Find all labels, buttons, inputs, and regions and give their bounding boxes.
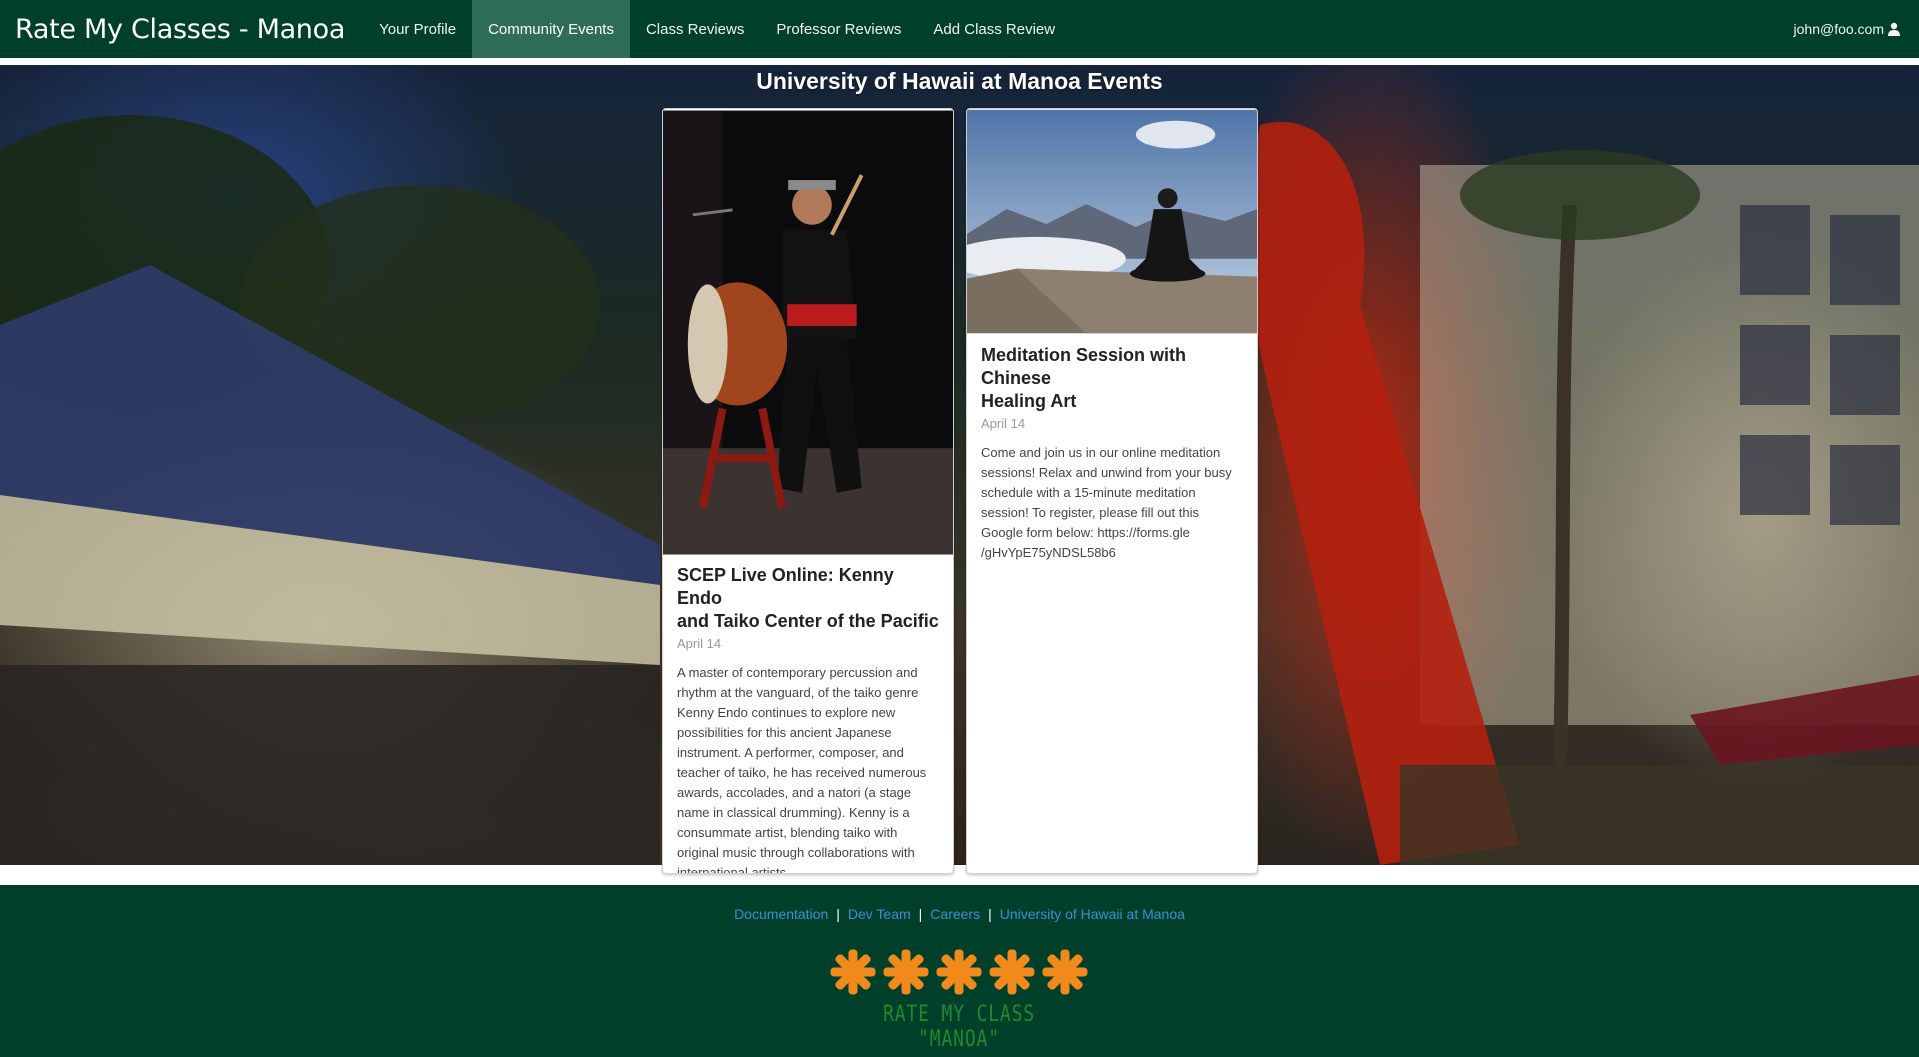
event-card[interactable]: SCEP Live Online: Kenny Endo and Taiko C… xyxy=(662,108,954,874)
nav-item-add-class-review[interactable]: Add Class Review xyxy=(917,0,1071,58)
event-title: Meditation Session with Chinese Healing … xyxy=(981,345,1187,411)
footer-link-dev-team[interactable]: Dev Team xyxy=(848,906,911,922)
nav-item-community-events[interactable]: Community Events xyxy=(472,0,630,58)
footer-separator: | xyxy=(918,906,923,922)
footer-links: Documentation | Dev Team | Careers | Universit… xyxy=(0,906,1919,922)
user-menu[interactable]: john@foo.com xyxy=(1794,0,1901,58)
footer-link-uh-manoa[interactable]: University of Hawaii at Manoa xyxy=(1000,906,1185,922)
event-date: April 14 xyxy=(677,636,722,651)
footer-separator: | xyxy=(988,906,992,922)
nav-item-professor-reviews[interactable]: Professor Reviews xyxy=(760,0,917,58)
footer-link-documentation[interactable]: Documentation xyxy=(734,906,828,922)
footer-link-careers[interactable]: Careers xyxy=(930,906,980,922)
hero-background: University of Hawaii at Manoa Events xyxy=(0,65,1919,865)
event-description: A master of contemporary percussion and … xyxy=(677,665,927,874)
event-card-body: SCEP Live Online: Kenny Endo and Taiko C… xyxy=(663,564,953,874)
event-title: SCEP Live Online: Kenny Endo and Taiko C… xyxy=(677,565,939,631)
footer: Documentation | Dev Team | Careers | Universit… xyxy=(0,885,1919,1057)
footer-separator: | xyxy=(836,906,840,922)
event-date: April 14 xyxy=(981,416,1026,431)
event-card[interactable]: Meditation Session with Chinese Healing … xyxy=(966,108,1258,874)
event-card-body: Meditation Session with Chinese Healing … xyxy=(967,344,1257,563)
event-image-mountain-meditation xyxy=(967,109,1257,334)
nav-menu: Your Profile Community Events Class Revi… xyxy=(363,0,1071,58)
event-image-taiko-drummer xyxy=(663,110,953,555)
page-title: University of Hawaii at Manoa Events xyxy=(756,68,1163,94)
user-icon xyxy=(1888,22,1900,36)
top-navbar: Rate My Classes - Manoa Your Profile Com… xyxy=(0,0,1919,58)
user-email: john@foo.com xyxy=(1793,21,1884,37)
brand-title[interactable]: Rate My Classes - Manoa xyxy=(0,14,363,45)
event-description: Come and join us in our online meditatio… xyxy=(981,445,1232,560)
logo-wordmark: RATE MY CLASS "MANOA" xyxy=(883,1002,1035,1052)
nav-item-class-reviews[interactable]: Class Reviews xyxy=(630,0,760,58)
campus-event-photo xyxy=(0,115,1919,865)
nav-item-your-profile[interactable]: Your Profile xyxy=(363,0,472,58)
